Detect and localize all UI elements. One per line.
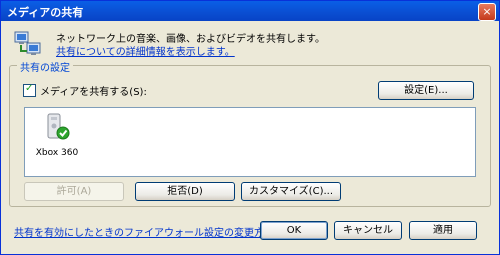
xbox-console-icon — [47, 113, 70, 140]
checkmark-icon: ✓ — [25, 83, 34, 94]
firewall-settings-link[interactable]: 共有を有効にしたときのファイアウォール設定の変更方法 — [14, 224, 274, 239]
learn-more-link[interactable]: 共有についての詳細情報を表示します。 — [56, 43, 235, 58]
customize-button[interactable]: カスタマイズ(C)... — [241, 182, 341, 201]
device-item-xbox[interactable]: Xbox 360 — [33, 112, 81, 158]
window-title: メディアの共有 — [7, 6, 84, 19]
cancel-button[interactable]: キャンセル — [334, 221, 402, 240]
sharing-settings-label: 共有の設定 — [17, 59, 73, 74]
share-media-checkbox[interactable]: ✓ — [23, 83, 36, 97]
share-media-checkbox-row[interactable]: ✓ メディアを共有する(S): — [23, 83, 147, 98]
apply-button[interactable]: 適用 — [409, 221, 477, 240]
device-label: Xbox 360 — [35, 148, 79, 158]
allow-button[interactable]: 許可(A) — [24, 182, 124, 201]
media-sharing-dialog: メディアの共有 × ネットワーク上の音楽、画像、およびビデオを共有します。 共有… — [0, 0, 500, 255]
ok-button[interactable]: OK — [260, 221, 328, 240]
deny-button[interactable]: 拒否(D) — [135, 182, 235, 201]
share-media-label: メディアを共有する(S): — [40, 87, 147, 98]
title-bar[interactable]: メディアの共有 × — [1, 1, 499, 21]
network-computers-icon — [14, 31, 41, 55]
device-list[interactable]: Xbox 360 — [24, 107, 476, 177]
close-button[interactable]: × — [478, 3, 496, 21]
settings-button[interactable]: 設定(E)... — [378, 81, 474, 100]
